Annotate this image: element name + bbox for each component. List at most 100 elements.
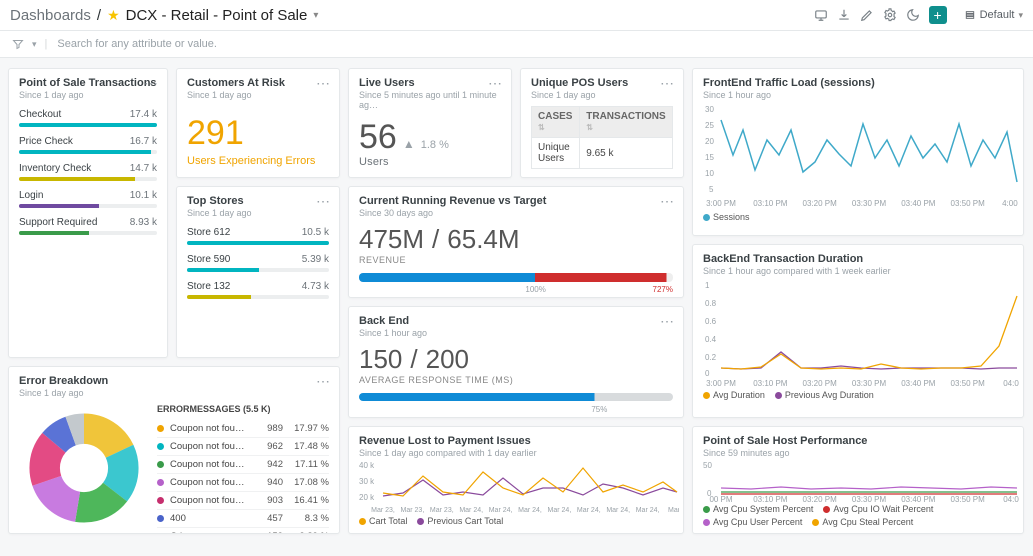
revenue-caption: REVENUE xyxy=(359,255,673,265)
download-icon[interactable] xyxy=(837,8,851,22)
error-list-title: ERRORMESSAGES (5.5 K) xyxy=(157,404,329,414)
plus-icon[interactable]: + xyxy=(929,6,947,24)
card-title: Point of Sale Transactions xyxy=(19,77,157,89)
bar-row[interactable]: Inventory Check14.7 k xyxy=(19,163,157,181)
col-transactions[interactable]: TRANSACTIONS ⇅ xyxy=(580,107,673,138)
card-revenue-target: ⋯ Current Running Revenue vs Target Sinc… xyxy=(348,186,684,298)
card-menu-icon[interactable]: ⋯ xyxy=(660,193,675,210)
legend-item: Avg Cpu Steal Percent xyxy=(812,517,913,527)
card-subtitle: Since 1 hour ago compared with 1 week ea… xyxy=(703,266,1013,276)
svg-text:03:20 PM: 03:20 PM xyxy=(803,495,838,504)
svg-text:03:50 PM: 03:50 PM xyxy=(951,199,986,208)
duration-chart: 10.80.6 0.40.20 3:00 PM03:10 PM03:20 PM0… xyxy=(703,276,1019,388)
card-subtitle: Since 1 hour ago xyxy=(703,90,1013,100)
card-title: Unique POS Users xyxy=(531,77,673,89)
col-cases[interactable]: CASES ⇅ xyxy=(532,107,580,138)
big-value: 56 xyxy=(359,120,397,154)
card-live-users: ⋯ Live Users Since 5 minutes ago until 1… xyxy=(348,68,512,178)
row-label: Unique Users xyxy=(532,138,580,169)
star-icon[interactable]: ★ xyxy=(107,7,120,24)
card-menu-icon[interactable]: ⋯ xyxy=(660,313,675,330)
card-menu-icon[interactable]: ⋯ xyxy=(660,75,675,92)
funnel-icon[interactable] xyxy=(12,38,24,50)
card-subtitle: Since 5 minutes ago until 1 minute ag… xyxy=(359,90,501,110)
svg-text:Mar 24,: Mar 24, xyxy=(577,507,601,514)
svg-text:30: 30 xyxy=(705,105,714,114)
svg-text:0: 0 xyxy=(705,369,710,378)
card-title: Customers At Risk xyxy=(187,77,329,89)
svg-text:30 k: 30 k xyxy=(359,477,375,486)
chevron-down-icon[interactable]: ▾ xyxy=(313,10,318,21)
card-menu-icon[interactable]: ⋯ xyxy=(316,373,331,390)
backend-target: 200 xyxy=(426,344,469,375)
svg-text:Mar 24,: Mar 24, xyxy=(636,507,660,514)
card-title: Current Running Revenue vs Target xyxy=(359,195,673,207)
host-perf-chart: 500 00 PM03:10 PM03:20 PM03:30 PM03:40 P… xyxy=(703,458,1019,504)
big-value: 291 xyxy=(187,114,329,153)
bar-row[interactable]: Checkout17.4 k xyxy=(19,109,157,127)
card-menu-icon[interactable]: ⋯ xyxy=(316,75,331,92)
card-menu-icon[interactable]: ⋯ xyxy=(144,75,159,92)
card-menu-icon[interactable]: ⋯ xyxy=(316,193,331,210)
card-subtitle: Since 59 minutes ago xyxy=(703,448,1013,458)
settings-icon[interactable] xyxy=(883,8,897,22)
card-title: Revenue Lost to Payment Issues xyxy=(359,435,673,447)
default-dropdown[interactable]: Default ▾ xyxy=(964,9,1023,21)
import-icon[interactable] xyxy=(814,8,828,22)
legend-item: Sessions xyxy=(703,212,750,222)
card-title: FrontEnd Traffic Load (sessions) xyxy=(703,77,1013,89)
header-actions: + Default ▾ xyxy=(814,6,1023,24)
bar-row[interactable]: Price Check16.7 k xyxy=(19,136,157,154)
bar-row[interactable]: Store 5905.39 k xyxy=(187,254,329,272)
error-row[interactable]: Coupon not found wit…98917.97 % xyxy=(157,420,329,437)
card-top-stores: ⋯ Top Stores Since 1 day ago Store 61210… xyxy=(176,186,340,358)
card-subtitle: Since 1 day ago xyxy=(19,388,329,398)
svg-text:4:00 PM: 4:00 PM xyxy=(1002,199,1019,208)
bar-row[interactable]: Store 1324.73 k xyxy=(187,281,329,299)
legend-item: Cart Total xyxy=(359,516,407,526)
svg-text:04:00 P: 04:00 P xyxy=(1003,495,1019,504)
error-row[interactable]: Other1592.89 % xyxy=(157,527,329,534)
svg-text:15: 15 xyxy=(705,153,714,162)
bar-row[interactable]: Support Required8.93 k xyxy=(19,217,157,235)
delta-value: 1.8 % xyxy=(421,139,449,151)
svg-text:Mar 23,: Mar 23, xyxy=(371,507,395,514)
svg-text:3:00 PM: 3:00 PM xyxy=(706,199,736,208)
bar-row[interactable]: Login10.1 k xyxy=(19,190,157,208)
response-mark: 75% xyxy=(591,405,607,414)
card-menu-icon[interactable]: ⋯ xyxy=(488,75,503,92)
page-title: DCX - Retail - Point of Sale xyxy=(126,7,308,24)
svg-text:40 k: 40 k xyxy=(359,461,375,470)
moon-icon[interactable] xyxy=(906,8,920,22)
card-subtitle: Since 1 day ago xyxy=(19,90,157,100)
svg-text:Mar 24,: Mar 24, xyxy=(459,507,483,514)
page-header: Dashboards / ★ DCX - Retail - Point of S… xyxy=(0,0,1033,31)
breadcrumb-root[interactable]: Dashboards xyxy=(10,7,91,24)
bar-row[interactable]: Store 61210.5 k xyxy=(187,227,329,245)
chevron-down-icon[interactable]: ▾ xyxy=(32,39,37,50)
svg-text:00 PM: 00 PM xyxy=(709,495,732,504)
svg-text:03:40 PM: 03:40 PM xyxy=(901,379,936,388)
svg-text:03:30 PM: 03:30 PM xyxy=(852,379,887,388)
card-title: Top Stores xyxy=(187,195,329,207)
row-value: 9.65 k xyxy=(580,138,673,169)
unique-pos-table: CASES ⇅TRANSACTIONS ⇅ Unique Users9.65 k xyxy=(531,106,673,169)
edit-icon[interactable] xyxy=(860,8,874,22)
error-row[interactable]: Coupon not found wit…90316.41 % xyxy=(157,491,329,509)
error-row[interactable]: 4004578.3 % xyxy=(157,509,329,527)
error-row[interactable]: Coupon not found wit…94017.08 % xyxy=(157,473,329,491)
error-row[interactable]: Coupon not found wit…96217.48 % xyxy=(157,437,329,455)
svg-text:03:30 PM: 03:30 PM xyxy=(852,495,887,504)
legend-item: Avg Duration xyxy=(703,390,765,400)
svg-text:03:10 PM: 03:10 PM xyxy=(753,379,788,388)
svg-text:3:00 PM: 3:00 PM xyxy=(706,379,736,388)
svg-text:03:50 PM: 03:50 PM xyxy=(951,379,986,388)
breadcrumb-sep: / xyxy=(97,7,101,24)
svg-text:04:00 P: 04:00 P xyxy=(1003,379,1019,388)
search-input[interactable] xyxy=(55,37,1021,51)
card-title: BackEnd Transaction Duration xyxy=(703,253,1013,265)
error-row[interactable]: Coupon not found wit…94217.11 % xyxy=(157,455,329,473)
svg-text:1: 1 xyxy=(705,281,710,290)
revenue-value: 475M xyxy=(359,224,424,255)
dashboard-board: ⋯ Point of Sale Transactions Since 1 day… xyxy=(0,58,1033,556)
